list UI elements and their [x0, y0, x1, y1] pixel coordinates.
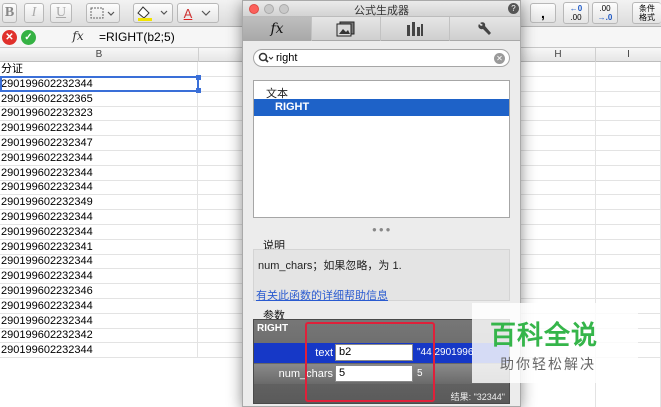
splitter-handle[interactable]: ●●●	[372, 225, 393, 234]
search-icon	[258, 52, 274, 63]
bar-chart-icon	[407, 22, 423, 36]
selection-handle[interactable]	[196, 75, 201, 80]
media-browser-icon	[336, 21, 355, 37]
formula-result: 结果: "32344"	[450, 392, 505, 402]
confirm-formula-button[interactable]: ✓	[21, 30, 36, 45]
clear-search-icon[interactable]: ✕	[494, 53, 505, 64]
panel-titlebar: 公式生成器 ?	[243, 1, 520, 17]
table-cell[interactable]: 290199602232344	[0, 313, 198, 329]
table-cell[interactable]: 290199602232344	[0, 210, 198, 225]
insert-function-button[interactable]: fx	[66, 29, 90, 46]
borders-icon	[90, 7, 115, 19]
cancel-formula-button[interactable]: ✕	[2, 30, 17, 45]
table-cell[interactable]: 290199602232344	[0, 224, 198, 240]
comma-style-button[interactable]: ,	[530, 3, 556, 23]
increase-decimal-top: ←0	[569, 4, 583, 13]
table-cell[interactable]: 290199602232344	[0, 165, 198, 181]
tab-tools[interactable]	[450, 17, 519, 41]
panel-title: 公式生成器	[354, 5, 409, 17]
builder-tabs: fx	[243, 17, 520, 41]
annotation-highlight-box	[305, 322, 435, 402]
decrease-decimal-button[interactable]: .00 →.0	[592, 2, 618, 24]
bold-button[interactable]: B	[2, 3, 17, 23]
fx-icon: fx	[72, 29, 84, 43]
watermark-title: 百科全说	[490, 321, 599, 351]
table-cell[interactable]: 290199602232344	[0, 121, 198, 137]
borders-button[interactable]	[86, 3, 120, 23]
decrease-decimal-bottom: →.0	[597, 13, 613, 22]
conditional-format-line2: 格式	[639, 13, 655, 22]
arguments-function-name: RIGHT	[257, 323, 289, 334]
selected-cell-b2[interactable]	[0, 76, 199, 92]
font-color-label: A	[183, 5, 193, 21]
close-icon: ✕	[5, 32, 14, 43]
italic-button[interactable]: I	[24, 3, 44, 23]
fill-handle[interactable]	[196, 88, 201, 93]
tab-charts[interactable]	[381, 17, 450, 41]
table-cell[interactable]: 290199602232346	[0, 284, 198, 299]
check-icon: ✓	[24, 32, 33, 43]
column-header-b[interactable]: B	[0, 48, 199, 62]
column-header-i[interactable]: I	[596, 48, 661, 62]
table-cell[interactable]: 290199602232344	[0, 254, 198, 270]
search-input[interactable]: right	[276, 52, 297, 64]
fx-icon: fx	[270, 21, 284, 37]
column-header-blank[interactable]	[199, 48, 243, 62]
chevron-down-icon	[201, 10, 211, 16]
table-cell[interactable]: 290199602232344	[0, 150, 198, 166]
description-text: num_chars；如果忽略，为 1.	[258, 260, 402, 272]
help-icon[interactable]: ?	[508, 3, 519, 14]
font-color-button[interactable]: A	[177, 3, 219, 23]
table-cell[interactable]: 290199602232341	[0, 239, 198, 255]
table-cell[interactable]: 290199602232344	[0, 180, 198, 196]
underline-button[interactable]: U	[50, 3, 72, 23]
table-cell[interactable]: 290199602232365	[0, 91, 198, 107]
conditional-format-line1: 条件	[639, 4, 655, 13]
function-item-selected[interactable]: RIGHT	[254, 99, 509, 116]
watermark: 百科全说 助你轻松解决	[472, 303, 638, 383]
table-cell[interactable]: 290199602232323	[0, 106, 198, 122]
increase-decimal-bottom: .00	[570, 13, 582, 22]
function-list[interactable]: 文本 RIGHT	[253, 80, 510, 218]
table-cell[interactable]: 290199602232347	[0, 136, 198, 151]
table-cell[interactable]: 290199602232349	[0, 195, 198, 211]
increase-decimal-button[interactable]: ←0 .00	[563, 2, 589, 24]
table-cell[interactable]: 290199602232342	[0, 328, 198, 344]
tab-media[interactable]	[312, 17, 381, 41]
function-help-link[interactable]: 有关此函数的详细帮助信息	[256, 287, 388, 303]
table-cell[interactable]: 290199602232344	[0, 298, 198, 314]
watermark-subtitle: 助你轻松解决	[500, 357, 596, 373]
column-header-h[interactable]: H	[521, 48, 596, 62]
conditional-format-button[interactable]: 条件 格式	[632, 2, 661, 24]
tab-formula[interactable]: fx	[243, 17, 312, 41]
fill-color-button[interactable]	[133, 3, 173, 23]
table-cell[interactable]: 290199602232344	[0, 269, 198, 285]
formula-input[interactable]: =RIGHT(b2;5)	[99, 30, 175, 44]
function-search-field[interactable]: right ✕	[253, 49, 510, 67]
wrench-icon	[477, 22, 491, 35]
table-cell[interactable]: 290199602232344	[0, 343, 198, 359]
table-cell[interactable]: 分证	[0, 62, 198, 77]
decrease-decimal-top: .00	[599, 4, 611, 13]
paint-bucket-icon	[137, 6, 168, 21]
